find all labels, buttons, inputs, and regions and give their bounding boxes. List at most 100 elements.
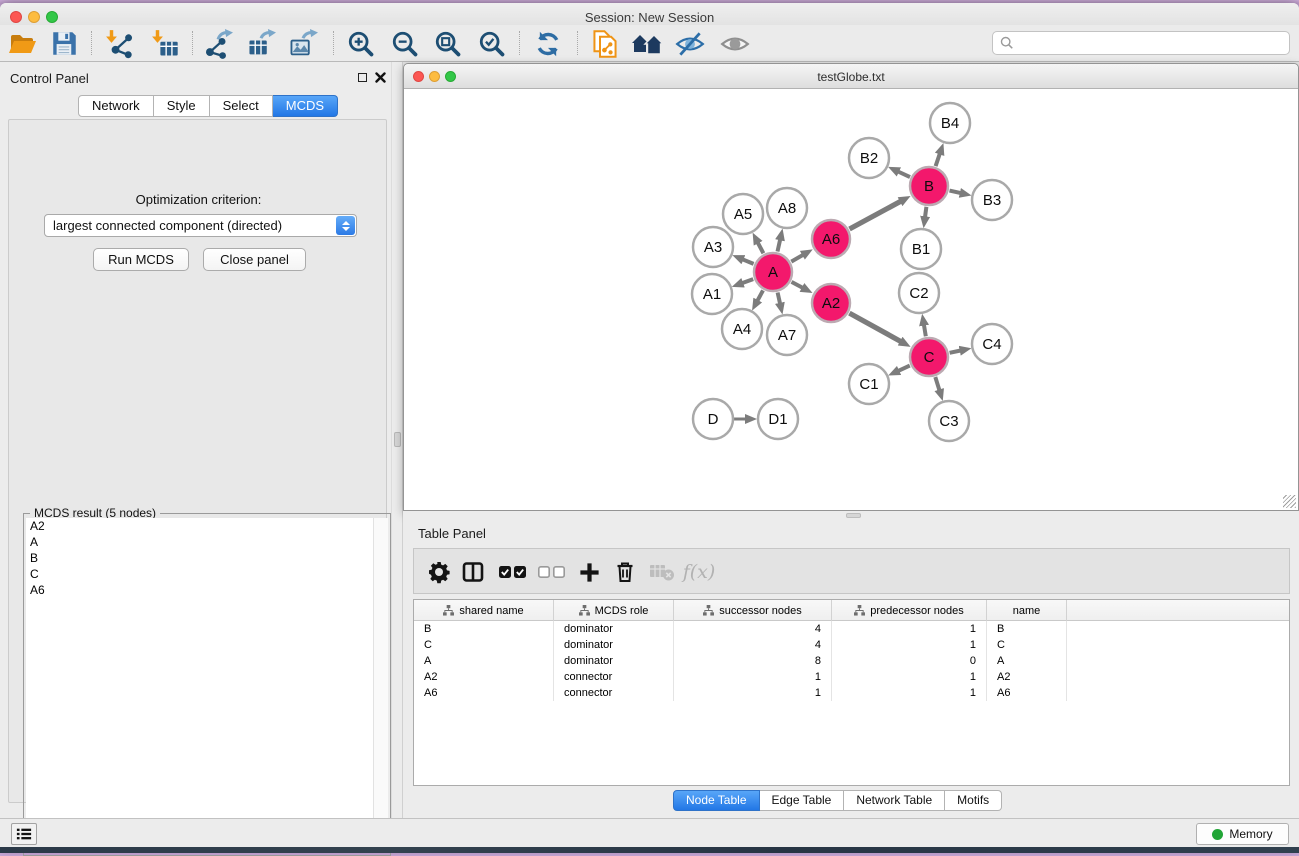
zoom-fit-icon[interactable] bbox=[431, 27, 465, 60]
graph-node-C3[interactable]: C3 bbox=[929, 401, 969, 441]
hide-panel-eye-icon[interactable] bbox=[673, 27, 707, 60]
graph-node-A7[interactable]: A7 bbox=[767, 315, 807, 355]
delete-table-icon[interactable] bbox=[645, 555, 679, 589]
graph-node-B4[interactable]: B4 bbox=[930, 103, 970, 143]
column-header-shared-name[interactable]: shared name bbox=[414, 600, 554, 621]
graph-node-C1[interactable]: C1 bbox=[849, 364, 889, 404]
graph-edge-C-C4[interactable] bbox=[950, 351, 961, 353]
graph-edge-B-B3[interactable] bbox=[950, 191, 961, 194]
close-panel-button[interactable]: Close panel bbox=[203, 248, 306, 271]
close-panel-icon[interactable] bbox=[375, 72, 386, 83]
column-header-MCDS-role[interactable]: MCDS role bbox=[554, 600, 674, 621]
import-network-icon[interactable] bbox=[102, 27, 136, 60]
zoom-in-icon[interactable] bbox=[344, 27, 378, 60]
graph-edge-B-B1[interactable] bbox=[925, 207, 926, 218]
show-panel-eye-icon[interactable] bbox=[718, 27, 752, 60]
settings-gear-icon[interactable] bbox=[422, 555, 456, 589]
tab-motifs[interactable]: Motifs bbox=[945, 790, 1002, 811]
tab-edge-table[interactable]: Edge Table bbox=[760, 790, 845, 811]
select-all-checked-icon[interactable] bbox=[495, 555, 529, 589]
graph-edge-C-C2[interactable] bbox=[924, 325, 926, 337]
table-row[interactable]: Cdominator41C bbox=[414, 637, 1289, 653]
graph-node-B2[interactable]: B2 bbox=[849, 138, 889, 178]
graph-edge-A-A6[interactable] bbox=[791, 255, 803, 262]
home-icon[interactable] bbox=[630, 27, 664, 60]
deselect-all-icon[interactable] bbox=[534, 555, 568, 589]
memory-button[interactable]: Memory bbox=[1196, 823, 1289, 845]
graph-node-D1[interactable]: D1 bbox=[758, 399, 798, 439]
graph-edge-A-A7[interactable] bbox=[778, 293, 781, 304]
mcds-result-item[interactable]: A2 bbox=[26, 518, 373, 534]
vertical-splitter-handle[interactable] bbox=[394, 432, 401, 447]
graph-node-B3[interactable]: B3 bbox=[972, 180, 1012, 220]
mcds-result-item[interactable]: A bbox=[26, 534, 373, 550]
search-field[interactable] bbox=[992, 31, 1290, 55]
column-header-name[interactable]: name bbox=[987, 600, 1067, 621]
graph-node-A[interactable]: A bbox=[754, 253, 792, 291]
table-row[interactable]: A2connector11A2 bbox=[414, 669, 1289, 685]
graph-edge-B-B2[interactable] bbox=[898, 172, 910, 178]
window-resize-grip[interactable] bbox=[1283, 495, 1296, 508]
graph-edge-C-C3[interactable] bbox=[935, 377, 939, 391]
task-history-button[interactable] bbox=[11, 823, 37, 845]
add-column-icon[interactable] bbox=[572, 555, 606, 589]
open-session-icon[interactable] bbox=[5, 27, 39, 60]
network-window-titlebar[interactable]: testGlobe.txt bbox=[404, 64, 1298, 89]
graph-node-C[interactable]: C bbox=[910, 338, 948, 376]
criterion-dropdown[interactable]: largest connected component (directed) bbox=[44, 214, 357, 237]
export-network-icon[interactable] bbox=[201, 27, 235, 60]
graph-node-A1[interactable]: A1 bbox=[692, 274, 732, 314]
graph-node-A4[interactable]: A4 bbox=[722, 309, 762, 349]
graph-node-C4[interactable]: C4 bbox=[972, 324, 1012, 364]
save-session-icon[interactable] bbox=[47, 27, 81, 60]
tab-select[interactable]: Select bbox=[210, 95, 273, 117]
tab-network-table[interactable]: Network Table bbox=[844, 790, 945, 811]
export-image-icon[interactable] bbox=[286, 27, 320, 60]
refresh-icon[interactable] bbox=[531, 27, 565, 60]
graph-node-A3[interactable]: A3 bbox=[693, 227, 733, 267]
graph-edge-A-A4[interactable] bbox=[757, 290, 763, 301]
graph-edge-A-A8[interactable] bbox=[778, 239, 781, 251]
graph-edge-A2-C[interactable] bbox=[849, 313, 901, 342]
graph-edge-C-C1[interactable] bbox=[898, 366, 910, 371]
graph-node-B[interactable]: B bbox=[910, 167, 948, 205]
search-input[interactable] bbox=[1019, 36, 1289, 50]
horizontal-splitter-handle[interactable] bbox=[846, 513, 861, 518]
graph-node-A8[interactable]: A8 bbox=[767, 188, 807, 228]
clone-network-icon[interactable] bbox=[588, 27, 622, 60]
graph-edge-A-A1[interactable] bbox=[742, 279, 753, 283]
run-mcds-button[interactable]: Run MCDS bbox=[93, 248, 189, 271]
column-header-predecessor-nodes[interactable]: predecessor nodes bbox=[832, 600, 987, 621]
column-header-successor-nodes[interactable]: successor nodes bbox=[674, 600, 832, 621]
mcds-list-scrollbar[interactable] bbox=[373, 518, 388, 853]
tab-network[interactable]: Network bbox=[78, 95, 154, 117]
table-row[interactable]: Adominator80A bbox=[414, 653, 1289, 669]
graph-node-A6[interactable]: A6 bbox=[812, 220, 850, 258]
graph-node-D[interactable]: D bbox=[693, 399, 733, 439]
graph-edge-A-A2[interactable] bbox=[792, 282, 803, 288]
graph-edge-A-A5[interactable] bbox=[758, 242, 764, 253]
network-graph[interactable]: B4 B2 B B3 A8A5 A6 B1 A3 A C2 A1 A2 A4A7 C4 C C1 C3 D D1 bbox=[405, 90, 1298, 511]
delete-column-trash-icon[interactable] bbox=[608, 555, 642, 589]
export-table-icon[interactable] bbox=[244, 27, 278, 60]
tab-node-table[interactable]: Node Table bbox=[673, 790, 760, 811]
table-row[interactable]: Bdominator41B bbox=[414, 621, 1289, 637]
horizontal-splitter[interactable] bbox=[403, 511, 1299, 520]
tab-style[interactable]: Style bbox=[154, 95, 210, 117]
mcds-result-item[interactable]: A6 bbox=[26, 582, 373, 598]
tab-mcds[interactable]: MCDS bbox=[273, 95, 338, 117]
graph-node-C2[interactable]: C2 bbox=[899, 273, 939, 313]
graph-edge-A6-B[interactable] bbox=[850, 201, 901, 229]
float-panel-icon[interactable] bbox=[358, 73, 367, 82]
zoom-selected-icon[interactable] bbox=[475, 27, 509, 60]
graph-node-A2[interactable]: A2 bbox=[812, 284, 850, 322]
table-row[interactable]: A6connector11A6 bbox=[414, 685, 1289, 701]
graph-node-B1[interactable]: B1 bbox=[901, 229, 941, 269]
graph-node-A5[interactable]: A5 bbox=[723, 194, 763, 234]
mcds-result-item[interactable]: B bbox=[26, 550, 373, 566]
graph-edge-B-B4[interactable] bbox=[936, 153, 940, 166]
import-table-icon[interactable] bbox=[148, 27, 182, 60]
mcds-result-item[interactable]: C bbox=[26, 566, 373, 582]
graph-edge-A-A3[interactable] bbox=[743, 259, 754, 264]
columns-icon[interactable] bbox=[456, 555, 490, 589]
